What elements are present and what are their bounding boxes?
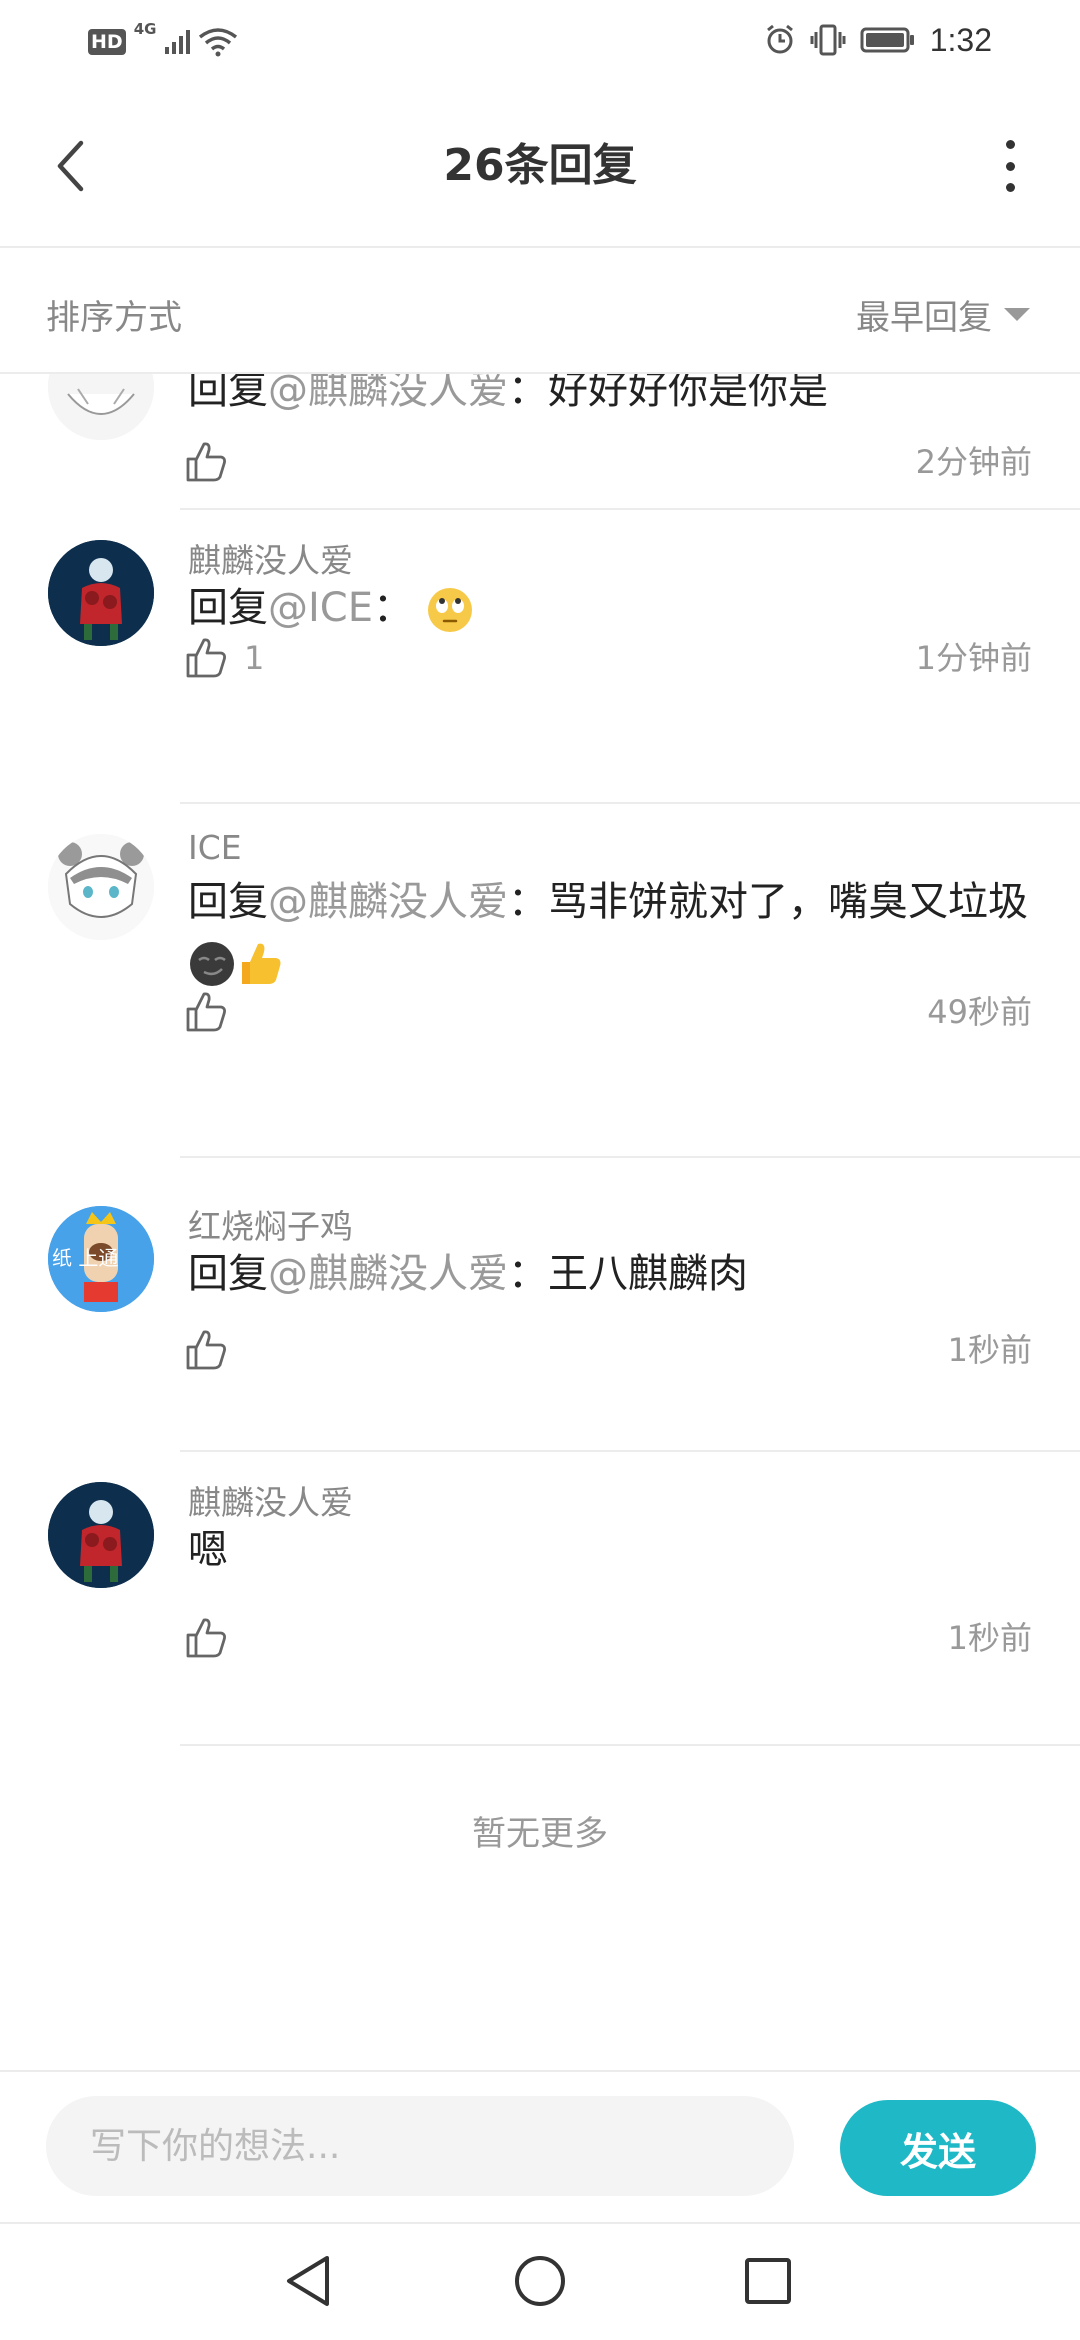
username[interactable]: ICE bbox=[188, 828, 242, 867]
separator: ： bbox=[508, 879, 548, 925]
battery-icon bbox=[860, 27, 914, 53]
reply-prefix: 回复 bbox=[188, 1251, 268, 1297]
signal-icon bbox=[165, 30, 191, 54]
comment-content: 回复@麒麟没人爱：好好好你是你是 bbox=[188, 374, 1038, 420]
comment-time: 1分钟前 bbox=[915, 639, 1032, 677]
more-options-button[interactable] bbox=[1000, 140, 1020, 192]
comment-time: 1秒前 bbox=[947, 1331, 1032, 1369]
game-character-avatar-icon bbox=[48, 1482, 154, 1588]
thumbs-up-icon[interactable] bbox=[184, 636, 228, 680]
circle-home-icon bbox=[515, 2256, 565, 2306]
comment-input[interactable] bbox=[46, 2096, 794, 2196]
game-character-avatar-icon bbox=[48, 540, 154, 646]
comment-text: 嗯 bbox=[188, 1527, 228, 1573]
system-nav-bar bbox=[0, 2222, 1080, 2340]
mention-link[interactable]: @ICE bbox=[268, 585, 373, 631]
avatar[interactable] bbox=[48, 1482, 154, 1588]
comment-content: 回复@麒麟没人爱：王八麒麟肉 bbox=[188, 1244, 1038, 1304]
divider bbox=[180, 1744, 1080, 1746]
username[interactable]: 麒麟没人爱 bbox=[188, 1476, 353, 1524]
status-time: 1:32 bbox=[929, 21, 992, 58]
status-left: HD 4G bbox=[88, 20, 238, 62]
rolling-eyes-emoji-icon bbox=[427, 588, 472, 632]
comment-time: 49秒前 bbox=[927, 993, 1032, 1031]
comment-content: 回复@麒麟没人爱：骂非饼就对了，嘴臭又垃圾 bbox=[188, 872, 1038, 992]
list-item: 麒麟没人爱 回复@ICE： 1 1分钟前 bbox=[0, 510, 1080, 804]
list-item: 麒麟没人爱 嗯 1秒前 bbox=[0, 1452, 1080, 1746]
reply-prefix: 回复 bbox=[188, 879, 268, 925]
avatar[interactable] bbox=[48, 834, 154, 940]
sort-bar: 排序方式 最早回复 bbox=[0, 250, 1080, 374]
avatar[interactable]: 纸 上通 bbox=[48, 1206, 154, 1312]
separator: ： bbox=[508, 1251, 548, 1297]
reply-prefix: 回复 bbox=[188, 585, 268, 631]
sort-value: 最早回复 bbox=[856, 298, 992, 338]
comment-text: 好好好你是你是 bbox=[548, 374, 828, 413]
more-dot bbox=[1005, 183, 1015, 192]
nav-home-button[interactable] bbox=[500, 2246, 580, 2316]
avatar[interactable] bbox=[48, 540, 154, 646]
thumbs-up-icon[interactable] bbox=[184, 440, 228, 484]
comment-text: 骂非饼就对了，嘴臭又垃圾 bbox=[548, 879, 1028, 925]
list-item: ICE 回复@麒麟没人爱：骂非饼就对了，嘴臭又垃圾 49秒前 bbox=[0, 804, 1080, 1158]
page-title: 26条回复 bbox=[443, 140, 637, 191]
more-dots-icon bbox=[1005, 140, 1015, 149]
sort-dropdown[interactable]: 最早回复 bbox=[856, 290, 1030, 339]
nav-recents-button[interactable] bbox=[728, 2246, 808, 2316]
comment-time: 2分钟前 bbox=[915, 443, 1032, 481]
mention-link[interactable]: @麒麟没人爱 bbox=[268, 374, 508, 413]
reply-list[interactable]: 回复@麒麟没人爱：好好好你是你是 2分钟前 麒麟没人爱 回复@ICE： 1 1分… bbox=[0, 374, 1080, 2069]
alarm-icon bbox=[766, 24, 793, 54]
wifi-icon bbox=[199, 28, 238, 57]
separator: ： bbox=[508, 374, 548, 413]
vibrate-icon bbox=[810, 24, 846, 56]
no-more-label: 暂无更多 bbox=[472, 1814, 608, 1854]
more-dot bbox=[1005, 161, 1015, 171]
nav-back-button[interactable] bbox=[268, 2246, 348, 2316]
send-button[interactable]: 发送 bbox=[840, 2100, 1036, 2196]
username[interactable]: 麒麟没人爱 bbox=[188, 534, 353, 582]
list-item: 纸 上通 红烧焖子鸡 回复@麒麟没人爱：王八麒麟肉 1秒前 bbox=[0, 1158, 1080, 1452]
smirk-emoji-icon bbox=[190, 942, 234, 986]
network-type: 4G bbox=[133, 20, 157, 38]
thumbs-up-icon[interactable] bbox=[184, 1616, 228, 1660]
comment-time: 1秒前 bbox=[947, 1619, 1032, 1657]
anime-boy-avatar-icon bbox=[48, 834, 154, 940]
mention-link[interactable]: @麒麟没人爱 bbox=[268, 879, 508, 925]
like-count: 1 bbox=[244, 639, 265, 677]
thumbs-up-icon[interactable] bbox=[184, 1328, 228, 1372]
hd-badge: HD bbox=[88, 29, 126, 55]
thumbs-up-emoji-icon bbox=[242, 943, 281, 984]
white-cat-avatar-icon bbox=[48, 374, 154, 440]
sort-label: 排序方式 bbox=[46, 298, 182, 338]
comment-content: 回复@ICE： bbox=[188, 578, 1038, 638]
list-item: 回复@麒麟没人爱：好好好你是你是 2分钟前 bbox=[0, 374, 1080, 510]
comment-content: 嗯 bbox=[188, 1520, 1038, 1580]
status-right: 1:32 bbox=[764, 18, 992, 62]
comment-text: 王八麒麟肉 bbox=[548, 1251, 748, 1297]
avatar[interactable] bbox=[48, 374, 154, 440]
avatar-overlay-text: 纸 上通 bbox=[52, 1246, 119, 1270]
mention-link[interactable]: @麒麟没人爱 bbox=[268, 1251, 508, 1297]
header: 26条回复 bbox=[0, 84, 1080, 248]
separator: ： bbox=[373, 585, 413, 631]
triangle-back-icon bbox=[287, 2256, 329, 2306]
reply-prefix: 回复 bbox=[188, 374, 268, 413]
comment-input-bar: 发送 bbox=[0, 2070, 1080, 2220]
username[interactable]: 红烧焖子鸡 bbox=[188, 1200, 353, 1248]
caret-down-icon bbox=[1004, 308, 1030, 321]
thumbs-up-icon[interactable] bbox=[184, 990, 228, 1034]
square-recents-icon bbox=[745, 2258, 791, 2304]
status-bar: HD 4G 1:32 bbox=[0, 0, 1080, 84]
